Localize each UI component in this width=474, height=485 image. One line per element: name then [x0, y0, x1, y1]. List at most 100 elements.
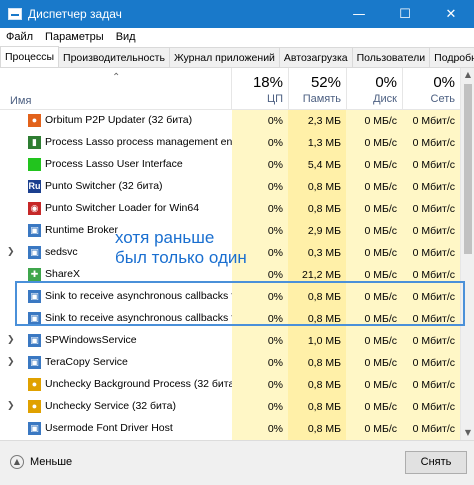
scroll-down-icon[interactable]: ▼ — [461, 426, 474, 440]
sedsvc-icon: ▣ — [28, 246, 41, 259]
tab-users[interactable]: Пользователи — [351, 47, 431, 67]
process-name: Punto Switcher Loader for Win64 — [45, 202, 200, 214]
process-disk: 0 МБ/с — [346, 330, 402, 352]
title-bar: Диспетчер задач — ☐ ✕ — [0, 0, 474, 28]
process-disk: 0 МБ/с — [346, 418, 402, 440]
cpu-label: ЦП — [266, 93, 283, 105]
tab-app-history[interactable]: Журнал приложений — [168, 47, 280, 67]
fewer-details-toggle[interactable]: ▲ Меньше — [10, 455, 72, 469]
disk-label: Диск — [373, 93, 397, 105]
column-name[interactable]: Имя — [10, 95, 31, 107]
task-manager-icon — [8, 8, 22, 20]
process-row[interactable]: ❯ ● Unchecky Service (32 бита) 0% 0,8 МБ 0 МБ… — [0, 396, 474, 418]
process-row[interactable]: ● Unchecky Background Process (32 бита) 0%… — [0, 374, 474, 396]
process-network: 0 Мбит/с — [402, 352, 460, 374]
process-cpu: 0% — [232, 330, 288, 352]
column-header: ⌃ Имя 18% ЦП 52% Память 0% Диск 0% Сеть — [0, 68, 474, 110]
process-row[interactable]: ● Orbitum P2P Updater (32 бита) 0% 2,3 МБ 0 … — [0, 110, 474, 132]
column-disk[interactable]: 0% Диск — [346, 74, 397, 105]
tab-processes[interactable]: Процессы — [0, 46, 60, 67]
process-network: 0 Мбит/с — [402, 154, 460, 176]
lasso-engine-icon: ▮ — [28, 136, 41, 149]
process-row[interactable]: Process Lasso User Interface 0% 5,4 МБ 0 МБ… — [0, 154, 474, 176]
end-task-button[interactable]: Снять — [405, 451, 467, 474]
memory-label: Память — [302, 93, 341, 105]
process-cpu: 0% — [232, 286, 288, 308]
process-network: 0 Мбит/с — [402, 418, 460, 440]
process-network: 0 Мбит/с — [402, 286, 460, 308]
process-row[interactable]: ▣ Sink to receive asynchronous callbacks … — [0, 308, 474, 330]
process-name: sedsvc — [45, 246, 78, 258]
process-name: Unchecky Service (32 бита) — [45, 400, 176, 412]
process-disk: 0 МБ/с — [346, 110, 402, 132]
column-network[interactable]: 0% Сеть — [402, 74, 455, 105]
process-row[interactable]: ◉ Punto Switcher Loader for Win64 0% 0,8 МБ… — [0, 198, 474, 220]
process-network: 0 Мбит/с — [402, 176, 460, 198]
window-title: Диспетчер задач — [28, 7, 122, 21]
process-cpu: 0% — [232, 352, 288, 374]
process-network: 0 Мбит/с — [402, 308, 460, 330]
sort-up-icon[interactable]: ⌃ — [112, 72, 120, 83]
process-row[interactable]: ▣ Sink to receive asynchronous callbacks … — [0, 286, 474, 308]
chevron-right-icon[interactable]: ❯ — [7, 247, 15, 257]
process-row[interactable]: ▣ Usermode Font Driver Host 0% 0,8 МБ 0 МБ/с… — [0, 418, 474, 440]
menu-file[interactable]: Файл — [0, 31, 39, 43]
process-row[interactable]: Ru Punto Switcher (32 бита) 0% 0,8 МБ 0 МБ/с… — [0, 176, 474, 198]
process-network: 0 Мбит/с — [402, 396, 460, 418]
process-name: Unchecky Background Process (32 бита) — [45, 378, 238, 390]
process-disk: 0 МБ/с — [346, 198, 402, 220]
process-row[interactable]: ▮ Process Lasso process management engine… — [0, 132, 474, 154]
process-name: Usermode Font Driver Host — [45, 422, 173, 434]
process-network: 0 Мбит/с — [402, 330, 460, 352]
chevron-right-icon[interactable]: ❯ — [7, 357, 15, 367]
process-name: TeraCopy Service — [45, 356, 128, 368]
process-cpu: 0% — [232, 110, 288, 132]
footer-bar: ▲ Меньше Снять — [0, 440, 474, 485]
process-memory: 2,3 МБ — [288, 110, 346, 132]
minimize-button[interactable]: — — [336, 0, 382, 28]
process-network: 0 Мбит/с — [402, 264, 460, 286]
network-total: 0% — [433, 74, 455, 91]
process-disk: 0 МБ/с — [346, 308, 402, 330]
process-name: Process Lasso User Interface — [45, 158, 183, 170]
vertical-scrollbar[interactable]: ▲ ▼ — [460, 68, 474, 440]
column-cpu[interactable]: 18% ЦП — [232, 74, 283, 105]
process-disk: 0 МБ/с — [346, 264, 402, 286]
sink-callbacks-icon: ▣ — [28, 290, 41, 303]
process-name: Sink to receive asynchronous callbacks f… — [45, 290, 252, 302]
close-button[interactable]: ✕ — [428, 0, 474, 28]
lasso-ui-icon — [28, 158, 41, 171]
chevron-right-icon[interactable]: ❯ — [7, 335, 15, 345]
tab-strip: Процессы Производительность Журнал прило… — [0, 46, 474, 68]
process-memory: 0,8 МБ — [288, 396, 346, 418]
column-memory[interactable]: 52% Память — [288, 74, 341, 105]
tab-details[interactable]: Подробности — [429, 47, 474, 67]
tab-performance[interactable]: Производительность — [58, 47, 170, 67]
unchecky-service-icon: ● — [28, 400, 41, 413]
chevron-up-icon: ▲ — [10, 455, 24, 469]
menu-view[interactable]: Вид — [110, 31, 142, 43]
process-network: 0 Мбит/с — [402, 242, 460, 264]
scroll-up-icon[interactable]: ▲ — [461, 68, 474, 82]
process-memory: 0,8 МБ — [288, 418, 346, 440]
tab-startup[interactable]: Автозагрузка — [278, 47, 353, 67]
maximize-button[interactable]: ☐ — [382, 0, 428, 28]
process-cpu: 0% — [232, 198, 288, 220]
process-name: Runtime Broker — [45, 224, 118, 236]
chevron-right-icon[interactable]: ❯ — [7, 401, 15, 411]
process-cpu: 0% — [232, 418, 288, 440]
process-row[interactable]: ❯ ▣ TeraCopy Service 0% 0,8 МБ 0 МБ/с 0 Мбит/с — [0, 352, 474, 374]
process-cpu: 0% — [232, 374, 288, 396]
menu-options[interactable]: Параметры — [39, 31, 110, 43]
teracopy-icon: ▣ — [28, 356, 41, 369]
process-memory: 1,3 МБ — [288, 132, 346, 154]
runtime-broker-icon: ▣ — [28, 224, 41, 237]
process-name: Sink to receive asynchronous callbacks f… — [45, 312, 252, 324]
process-cpu: 0% — [232, 132, 288, 154]
scroll-thumb[interactable] — [464, 84, 472, 254]
process-network: 0 Мбит/с — [402, 374, 460, 396]
punto-loader-icon: ◉ — [28, 202, 41, 215]
process-disk: 0 МБ/с — [346, 352, 402, 374]
process-row[interactable]: ❯ ▣ SPWindowsService 0% 1,0 МБ 0 МБ/с 0 Мбит/с — [0, 330, 474, 352]
process-memory: 0,8 МБ — [288, 176, 346, 198]
